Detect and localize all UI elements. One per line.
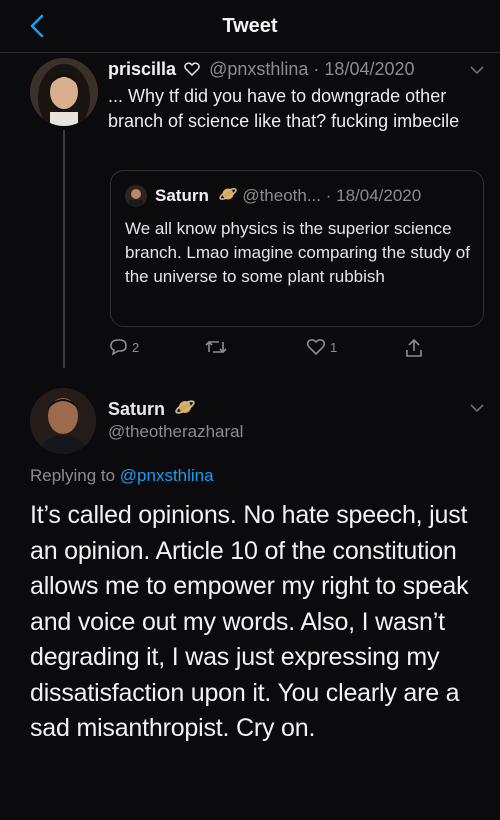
avatar[interactable] — [30, 58, 98, 126]
author-name-row: Saturn — [108, 397, 196, 420]
thread-line — [63, 130, 65, 368]
retweet-icon — [205, 340, 227, 354]
share-button[interactable] — [404, 338, 424, 358]
author-name[interactable]: Saturn — [108, 399, 165, 419]
retweet-button[interactable] — [205, 338, 231, 356]
replying-to-link[interactable]: @pnxsthlina — [120, 466, 214, 485]
chevron-down-icon[interactable] — [470, 65, 484, 75]
chevron-down-icon[interactable] — [470, 403, 484, 413]
parent-tweet-header: priscilla @pnxsthlina · 18/04/2020 — [108, 58, 415, 80]
author-handle[interactable]: @pnxsthlina — [209, 59, 308, 79]
ringed-planet-icon — [175, 400, 195, 414]
tweet-date: · 18/04/2020 — [313, 59, 415, 79]
avatar[interactable] — [30, 388, 96, 454]
action-bar: 2 1 — [108, 338, 438, 362]
reply-count: 2 — [132, 339, 140, 355]
heart-outline-icon — [306, 338, 326, 356]
quoted-tweet[interactable]: Saturn @theoth... · 18/04/2020 We all kn… — [110, 170, 484, 327]
quoted-tweet-header: Saturn @theoth... · 18/04/2020 — [155, 185, 421, 207]
avatar — [125, 185, 147, 207]
quoted-tweet-text: We all know physics is the superior scie… — [125, 219, 470, 286]
tweet-text: It’s called opinions. No hate speech, ju… — [30, 501, 469, 742]
author-name: Saturn — [155, 186, 209, 205]
like-button[interactable]: 1 — [306, 338, 337, 356]
back-button[interactable] — [22, 10, 52, 42]
reply-icon — [110, 339, 127, 356]
share-icon — [406, 338, 422, 357]
replying-to: Replying to @pnxsthlina — [30, 466, 214, 485]
chevron-left-icon — [30, 14, 44, 38]
author-handle: @theoth... — [242, 186, 322, 205]
tweet-text: ... Why tf did you have to downgrade oth… — [108, 86, 460, 131]
tweet-date: · 18/04/2020 — [325, 186, 422, 205]
reply-button[interactable]: 2 — [108, 338, 139, 356]
top-bar: Tweet — [0, 0, 500, 53]
page-title: Tweet — [222, 14, 278, 37]
like-count: 1 — [330, 339, 338, 355]
author-name[interactable]: priscilla — [108, 59, 176, 79]
author-handle[interactable]: @theotherazharal — [108, 421, 243, 443]
heart-outline-icon — [184, 62, 200, 77]
ringed-planet-icon — [218, 188, 237, 200]
